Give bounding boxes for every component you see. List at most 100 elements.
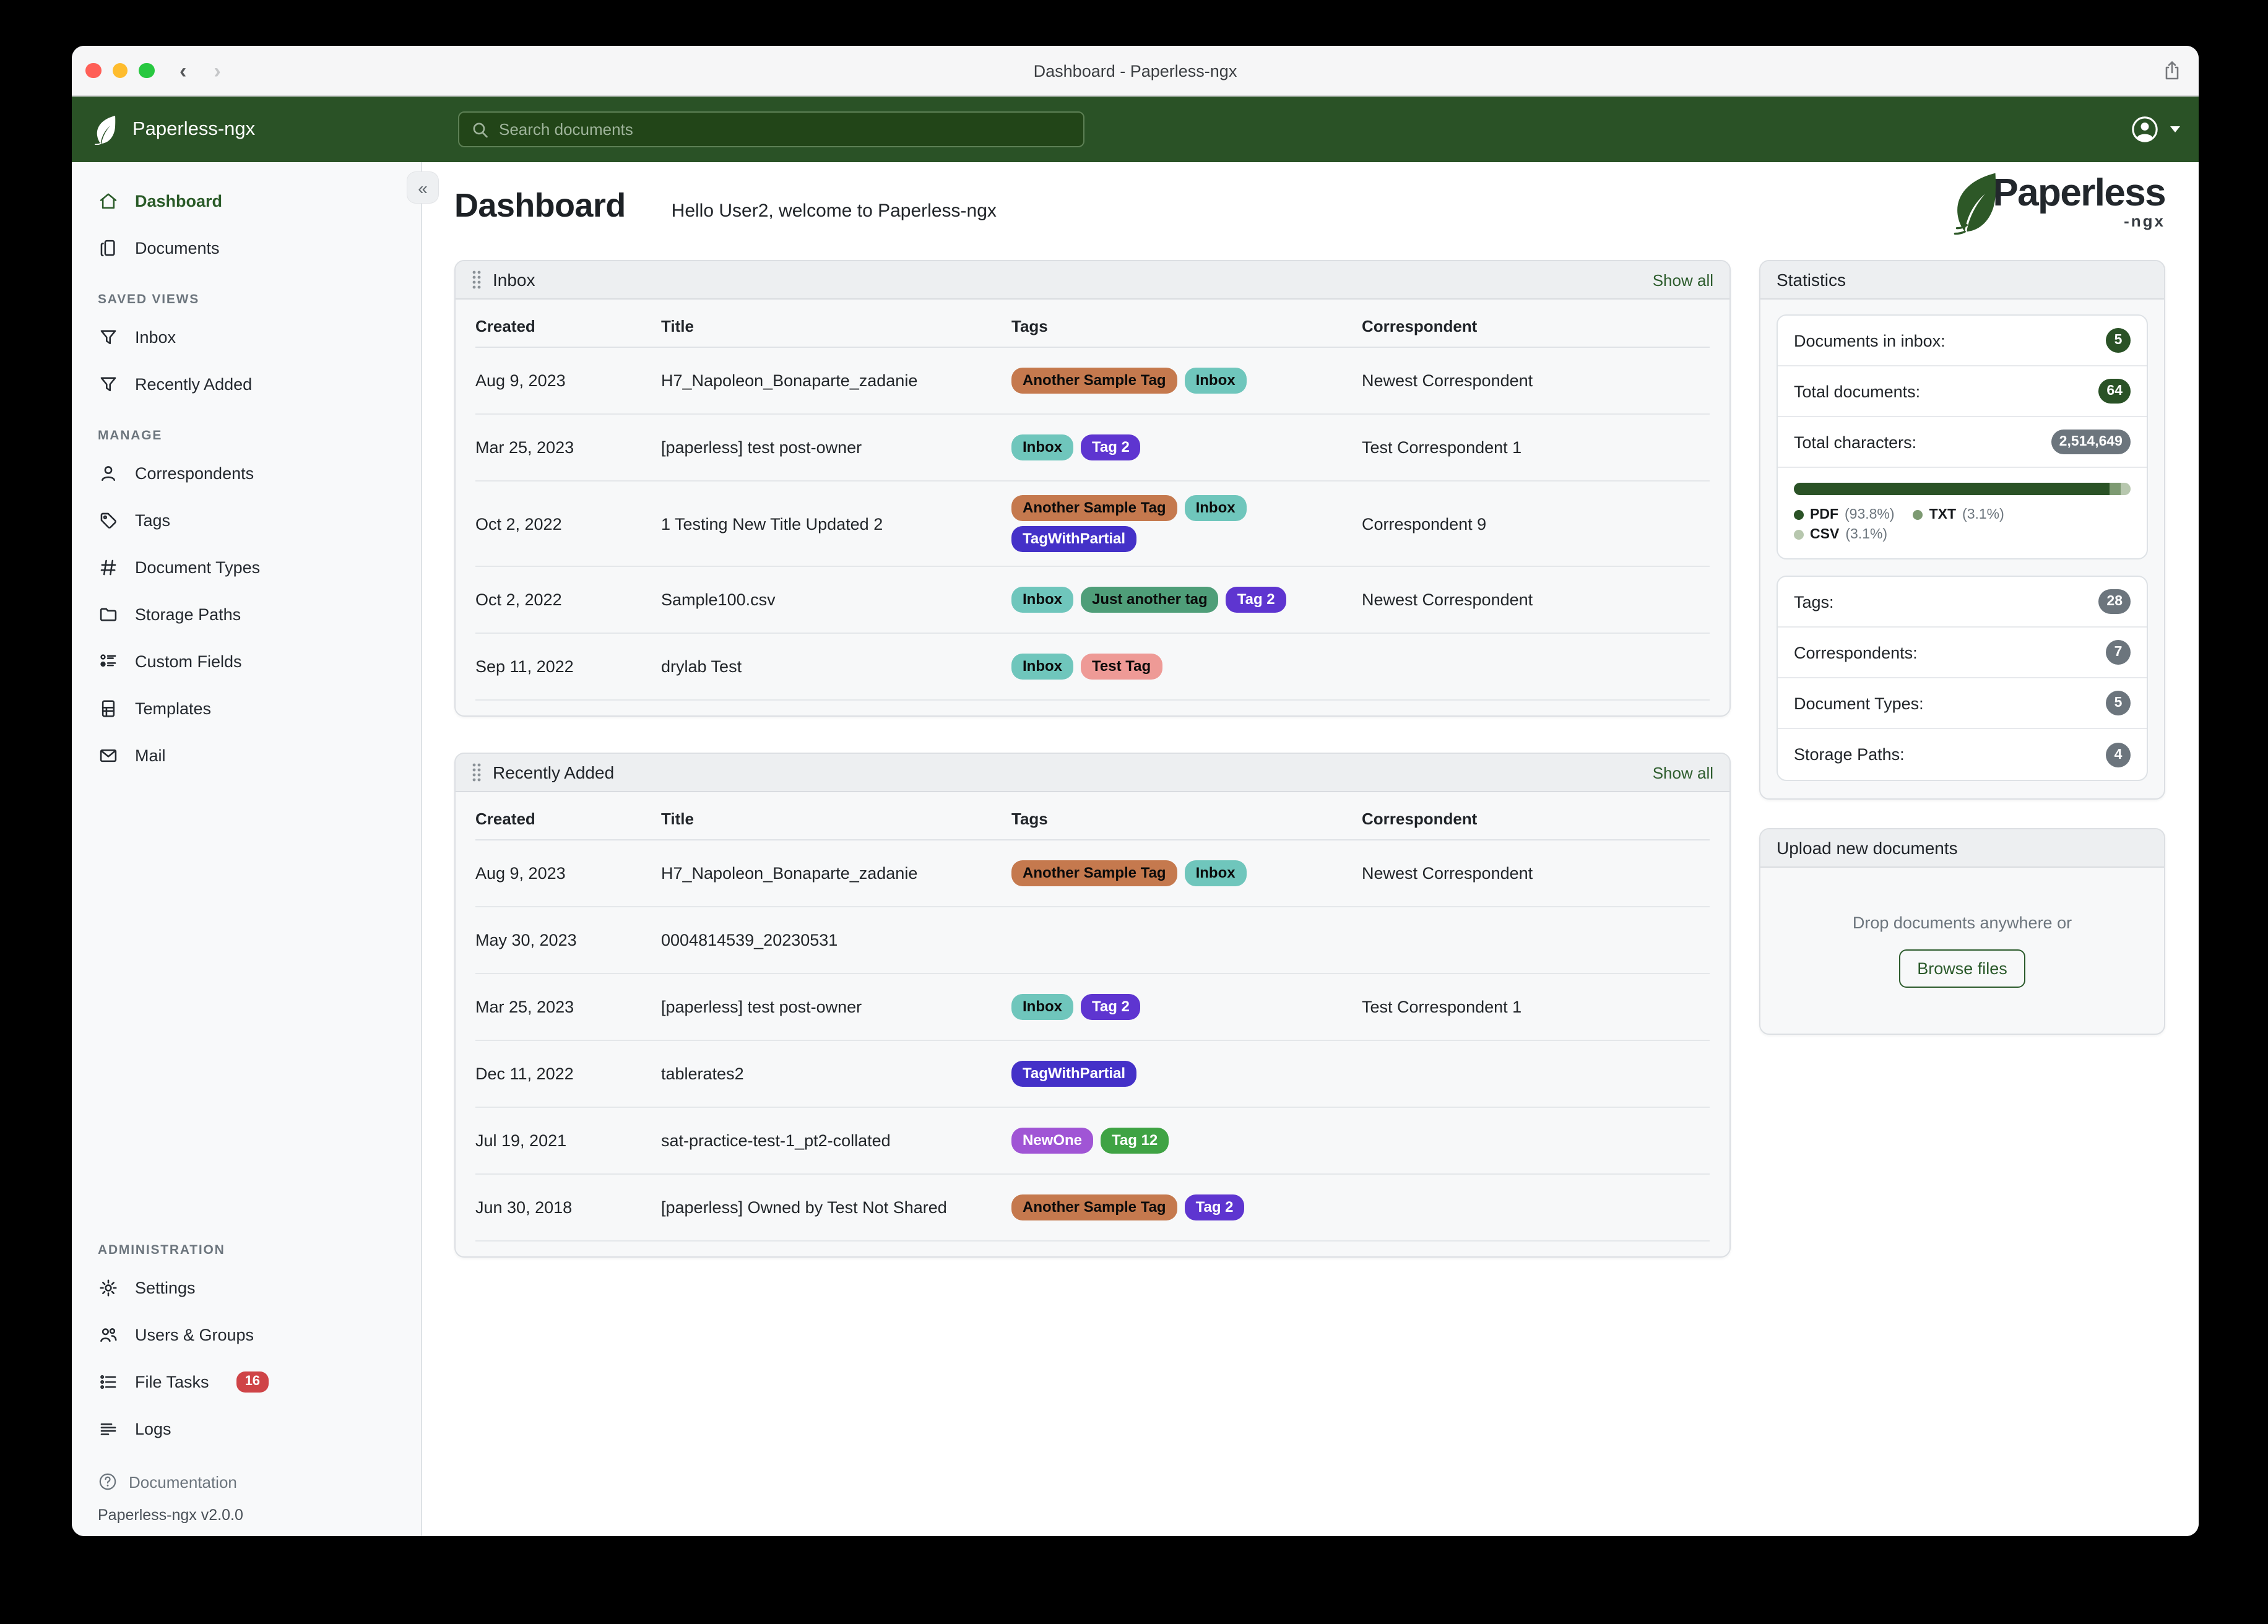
tag-chip-just-another-tag[interactable]: Just another tag [1081,587,1219,613]
greeting-text: Hello User2, welcome to Paperless-ngx [671,201,997,222]
tag-chip-inbox[interactable]: Inbox [1011,587,1073,613]
sidebar-item-users-groups[interactable]: Users & Groups [72,1311,421,1358]
sidebar-footer: Documentation Paperless-ngx v2.0.0 [72,1452,421,1524]
sidebar-admin-nav: Settings Users & Groups File Tasks 16 Logs [72,1264,421,1452]
tag-chip-tag-2[interactable]: Tag 2 [1081,434,1141,460]
upload-dropzone[interactable]: Drop documents anywhere or Browse files [1760,868,2164,1034]
search-input[interactable] [499,120,1071,139]
cell-correspondent: Newest Correspondent [1362,864,1533,883]
sidebar-item-storage-paths[interactable]: Storage Paths [72,590,421,637]
folder-icon [100,607,117,621]
legend-dot [1913,510,1923,520]
inbox-show-all-link[interactable]: Show all [1653,270,1713,289]
table-row[interactable]: Mar 25, 2023 [paperless] test post-owner… [475,974,1710,1041]
legend-label: CSV [1810,527,1840,542]
table-row[interactable]: Oct 2, 2022 1 Testing New Title Updated … [475,482,1710,567]
tag-chip-inbox[interactable]: Inbox [1184,495,1247,521]
share-icon[interactable] [2163,46,2181,95]
stat-row-correspondents: Correspondents: 7 [1778,628,2147,678]
close-button[interactable] [85,63,101,79]
page-head: Dashboard Hello User2, welcome to Paperl… [454,187,2165,241]
stat-label: Storage Paths: [1794,745,1905,764]
sidebar-saved-views: Inbox Recently Added [72,313,421,407]
tag-chip-tag-12[interactable]: Tag 12 [1101,1128,1169,1154]
table-row[interactable]: Jun 30, 2018 [paperless] Owned by Test N… [475,1175,1710,1242]
table-row[interactable]: Aug 9, 2023 H7_Napoleon_Bonaparte_zadani… [475,348,1710,415]
stat-row-document-types: Document Types: 5 [1778,678,2147,729]
back-button[interactable]: ‹ [180,60,186,81]
filter-icon [100,376,116,391]
table-row[interactable]: Oct 2, 2022 Sample100.csv Inbox Just anot… [475,567,1710,634]
tag-chip-another-sample-tag[interactable]: Another Sample Tag [1011,368,1177,394]
drag-handle-icon[interactable] [472,762,482,782]
sidebar-item-tags[interactable]: Tags [72,496,421,543]
statistics-card-title: Statistics [1777,270,1846,290]
tag-chip-tag-2[interactable]: Tag 2 [1184,1194,1245,1220]
sidebar-collapse-button[interactable]: « [407,172,438,203]
table-row[interactable]: Mar 25, 2023 [paperless] test post-owner… [475,415,1710,482]
sidebar-item-label: Documents [135,238,220,257]
sidebar-item-documents[interactable]: Documents [72,224,421,271]
account-menu[interactable] [2129,114,2180,145]
sidebar-item-label: Users & Groups [135,1325,254,1344]
documentation-link[interactable]: Documentation [98,1467,421,1497]
cell-created: Sep 11, 2022 [475,657,574,676]
tag-chip-inbox[interactable]: Inbox [1011,994,1073,1020]
tag-chip-inbox[interactable]: Inbox [1184,368,1247,394]
stat-row-tags: Tags: 28 [1778,577,2147,628]
app-version: Paperless-ngx v2.0.0 [98,1506,243,1524]
logo-wordmark: Paperless [1993,171,2166,214]
legend-pct: (93.8%) [1845,508,1895,522]
tag-chip-another-sample-tag[interactable]: Another Sample Tag [1011,860,1177,886]
tag-chip-newone[interactable]: NewOne [1011,1128,1094,1154]
table-row[interactable]: Sep 11, 2022 drylab Test Inbox Test Tag [475,634,1710,701]
traffic-lights [85,46,154,95]
gear-icon [100,1279,117,1296]
tag-chip-another-sample-tag[interactable]: Another Sample Tag [1011,495,1177,521]
cell-tags: Inbox Tag 2 [1011,991,1362,1022]
bar-segment-csv [2120,483,2131,495]
inbox-table: Created Title Tags Correspondent Aug 9, … [456,300,1729,715]
sidebar-item-custom-fields[interactable]: Custom Fields [72,637,421,685]
tag-chip-test-tag[interactable]: Test Tag [1081,654,1162,680]
sidebar-item-templates[interactable]: Templates [72,685,421,732]
global-search[interactable] [458,111,1084,147]
sidebar-item-correspondents[interactable]: Correspondents [72,449,421,496]
leaf-icon [95,115,116,144]
table-row[interactable]: Dec 11, 2022 tablerates2 TagWithPartial [475,1041,1710,1108]
tag-chip-tagwithpartial[interactable]: TagWithPartial [1011,526,1137,552]
cell-created: Mar 25, 2023 [475,438,574,457]
bar-segment-txt [2110,483,2121,495]
tag-chip-inbox[interactable]: Inbox [1184,860,1247,886]
forward-button[interactable]: › [214,60,220,81]
cell-title: [paperless] test post-owner [661,438,862,457]
sidebar-item-file-tasks[interactable]: File Tasks 16 [72,1358,421,1405]
minimize-button[interactable] [112,63,128,79]
sidebar-item-mail[interactable]: Mail [72,732,421,779]
upload-card: Upload new documents Drop documents anyw… [1759,828,2165,1035]
browse-files-button[interactable]: Browse files [1898,949,2026,988]
tag-chip-tagwithpartial[interactable]: TagWithPartial [1011,1061,1137,1087]
recently-added-show-all-link[interactable]: Show all [1653,763,1713,782]
table-row[interactable]: Aug 9, 2023 H7_Napoleon_Bonaparte_zadani… [475,840,1710,907]
sidebar-item-logs[interactable]: Logs [72,1405,421,1452]
tag-chip-inbox[interactable]: Inbox [1011,434,1073,460]
tag-chip-inbox[interactable]: Inbox [1011,654,1073,680]
stat-row-total-characters: Total characters: 2,514,649 [1778,417,2147,468]
tag-chip-tag-2[interactable]: Tag 2 [1226,587,1286,613]
table-row[interactable]: Jul 19, 2021 sat-practice-test-1_pt2-col… [475,1108,1710,1175]
sidebar-item-recently-added[interactable]: Recently Added [72,360,421,407]
documents-icon [100,239,115,256]
sidebar-item-inbox[interactable]: Inbox [72,313,421,360]
tag-chip-tag-2[interactable]: Tag 2 [1081,994,1141,1020]
tag-chip-another-sample-tag[interactable]: Another Sample Tag [1011,1194,1177,1220]
cell-title: H7_Napoleon_Bonaparte_zadanie [661,371,918,390]
table-row[interactable]: May 30, 2023 0004814539_20230531 [475,907,1710,974]
sidebar-item-document-types[interactable]: Document Types [72,543,421,590]
users-icon [100,1328,117,1342]
sidebar-item-dashboard[interactable]: Dashboard [72,177,421,224]
sidebar-item-settings[interactable]: Settings [72,1264,421,1311]
app-brand[interactable]: Paperless-ngx [93,114,458,144]
zoom-button[interactable] [139,63,154,79]
drag-handle-icon[interactable] [472,270,482,290]
